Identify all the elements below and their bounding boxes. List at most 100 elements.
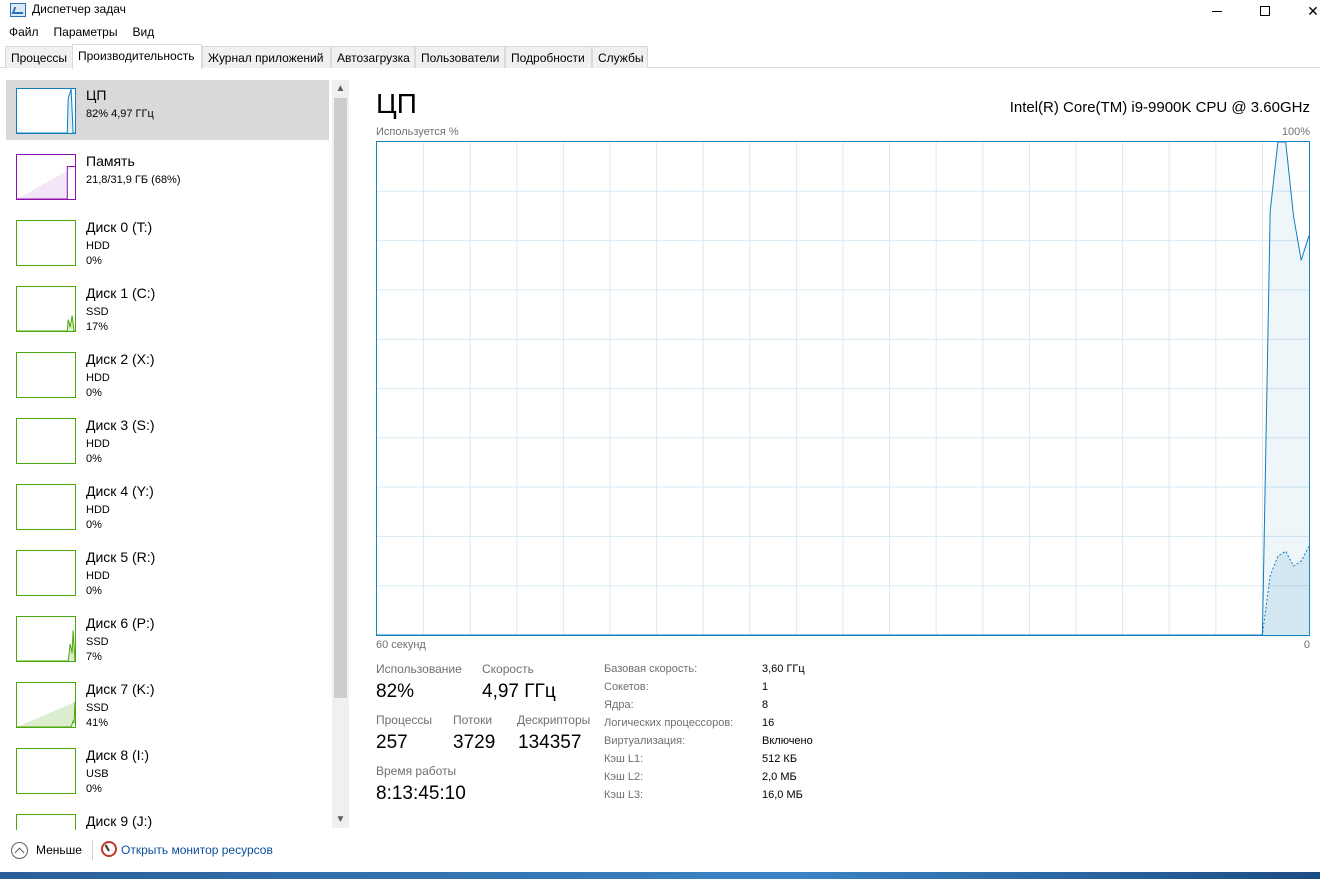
minimize-icon: [1212, 10, 1222, 12]
sidebar-item[interactable]: Диск 3 (S:) HDD 0%: [6, 410, 329, 470]
sidebar-sparkline: [17, 815, 75, 830]
sidebar-item-details: HDD 0%: [86, 437, 110, 467]
sidebar-item-name: Диск 3 (S:): [86, 417, 155, 433]
cpu-model: Intel(R) Core(TM) i9-9900K CPU @ 3.60GHz: [1009, 99, 1310, 116]
chevron-up-icon[interactable]: [11, 842, 28, 859]
sidebar-item-name: Память: [86, 153, 135, 169]
tab-performance[interactable]: Производительность: [72, 44, 202, 69]
sidebar-item-detail-line1: HDD: [86, 504, 110, 516]
maximize-button[interactable]: [1242, 0, 1288, 22]
scroll-thumb[interactable]: [334, 98, 347, 698]
menu-view[interactable]: Вид: [123, 22, 160, 42]
sidebar-item-graph: [16, 154, 76, 200]
sidebar-sparkline: [17, 485, 75, 529]
title-bar[interactable]: Диспетчер задач ✕: [0, 0, 1320, 22]
resource-list[interactable]: ЦП 82% 4,97 ГГц Память 21,8/31,9 ГБ (68%) Ди…: [0, 68, 350, 830]
tab-users[interactable]: Пользователи: [415, 46, 505, 68]
menu-bar: Файл Параметры Вид: [0, 22, 1320, 42]
cpu-usage-svg: [377, 141, 1310, 636]
tab-strip: Процессы Производительность Журнал прило…: [0, 44, 1320, 69]
sidebar-item[interactable]: Диск 2 (X:) HDD 0%: [6, 344, 329, 404]
sidebar-item-graph: [16, 550, 76, 596]
tab-startup[interactable]: Автозагрузка: [331, 46, 415, 68]
menu-options[interactable]: Параметры: [45, 22, 124, 42]
sidebar-sparkline-line: [17, 166, 75, 199]
usage-label: Использование: [376, 662, 462, 676]
spec-value: 2,0 МБ: [762, 771, 797, 783]
sidebar-item-graph: [16, 418, 76, 464]
task-manager-window: Диспетчер задач ✕ Файл Параметры Вид Про…: [0, 0, 1320, 879]
spec-value: 1: [762, 681, 769, 693]
sidebar-item-detail-line1: SSD: [86, 702, 109, 714]
sidebar-item-name: Диск 7 (K:): [86, 681, 155, 697]
task-manager-icon: [10, 3, 26, 17]
sidebar-item[interactable]: Диск 1 (C:) SSD 17%: [6, 278, 329, 338]
usage-value: 82%: [376, 681, 415, 702]
resource-list-scrollbar[interactable]: ▲ ▼: [332, 80, 349, 828]
sidebar-item-detail-line2: 0%: [86, 387, 102, 399]
tab-services[interactable]: Службы: [592, 46, 648, 68]
sidebar-item-graph: [16, 286, 76, 332]
close-icon: ✕: [1307, 2, 1319, 19]
cpu-usage-graph[interactable]: [376, 141, 1310, 636]
sidebar-item-detail-line2: 7%: [86, 651, 102, 663]
spec-label: Виртуализация:: [604, 735, 686, 747]
sidebar-item-name: Диск 1 (C:): [86, 285, 156, 301]
scroll-up-icon[interactable]: ▲: [332, 80, 349, 97]
tab-processes[interactable]: Процессы: [5, 46, 73, 68]
sidebar-item-detail-line1: HDD: [86, 240, 110, 252]
sidebar-item[interactable]: Память 21,8/31,9 ГБ (68%): [6, 146, 329, 206]
sidebar-item-graph: [16, 484, 76, 530]
sidebar-item[interactable]: Диск 4 (Y:) HDD 0%: [6, 476, 329, 536]
sidebar-item-detail-line1: 21,8/31,9 ГБ (68%): [86, 174, 181, 186]
sidebar-item-name: Диск 6 (P:): [86, 615, 155, 631]
graph-max-label: 100%: [1281, 126, 1310, 138]
sidebar-item-detail-line2: 17%: [86, 321, 109, 333]
sidebar-sparkline-line: [17, 702, 75, 727]
sidebar-item-name: Диск 8 (I:): [86, 747, 150, 763]
sidebar-item[interactable]: Диск 9 (J:)USB: [6, 806, 329, 830]
fewer-details-button[interactable]: Меньше: [36, 843, 82, 857]
sidebar-item-details: HDD 0%: [86, 239, 110, 269]
tab-details[interactable]: Подробности: [505, 46, 592, 68]
sidebar-item-detail-line1: SSD: [86, 306, 109, 318]
open-resource-monitor-link[interactable]: Открыть монитор ресурсов: [121, 843, 273, 857]
minimize-button[interactable]: [1194, 0, 1240, 22]
menu-file[interactable]: Файл: [0, 22, 45, 42]
sidebar-sparkline-line: [17, 315, 75, 331]
close-button[interactable]: ✕: [1290, 0, 1320, 22]
sidebar-item[interactable]: Диск 7 (K:) SSD 41%: [6, 674, 329, 734]
sidebar-item-name: Диск 4 (Y:): [86, 483, 154, 499]
sidebar-item[interactable]: Диск 5 (R:) HDD 0%: [6, 542, 329, 602]
sidebar-item[interactable]: Диск 8 (I:) USB 0%: [6, 740, 329, 800]
scroll-down-icon[interactable]: ▼: [332, 811, 349, 828]
sidebar-item-details: 21,8/31,9 ГБ (68%): [86, 173, 181, 188]
sidebar-item-graph: [16, 352, 76, 398]
spec-value: 512 КБ: [762, 753, 798, 765]
sidebar-sparkline: [17, 702, 75, 727]
sidebar-sparkline: [17, 315, 75, 331]
sidebar-sparkline-line: [17, 89, 75, 133]
sidebar-item-detail-line2: 0%: [86, 519, 102, 531]
sidebar-item-graph: [16, 220, 76, 266]
spec-value: Включено: [762, 735, 813, 747]
tab-app-history[interactable]: Журнал приложений: [202, 46, 331, 68]
sidebar-item-details: SSD 41%: [86, 701, 109, 731]
spec-value: 16,0 МБ: [762, 789, 803, 801]
sidebar-item[interactable]: ЦП 82% 4,97 ГГц: [6, 80, 329, 140]
sidebar-item[interactable]: Диск 0 (T:) HDD 0%: [6, 212, 329, 272]
sidebar-item-name: Диск 9 (J:): [86, 813, 153, 829]
spec-label: Кэш L1:: [604, 753, 644, 765]
spec-label: Кэш L3:: [604, 789, 644, 801]
sidebar-item-detail-line2: 0%: [86, 783, 102, 795]
sidebar-sparkline: [17, 749, 75, 793]
processes-value: 257: [376, 732, 408, 753]
spec-label: Логических процессоров:: [604, 717, 734, 729]
sidebar-item-name: ЦП: [86, 87, 107, 103]
sidebar-item-detail-line2: 0%: [86, 255, 102, 267]
sidebar-item-details: HDD 0%: [86, 569, 110, 599]
page-title: ЦП: [376, 88, 417, 119]
spec-value: 8: [762, 699, 769, 711]
handles-label: Дескрипторы: [517, 713, 591, 727]
sidebar-item[interactable]: Диск 6 (P:) SSD 7%: [6, 608, 329, 668]
